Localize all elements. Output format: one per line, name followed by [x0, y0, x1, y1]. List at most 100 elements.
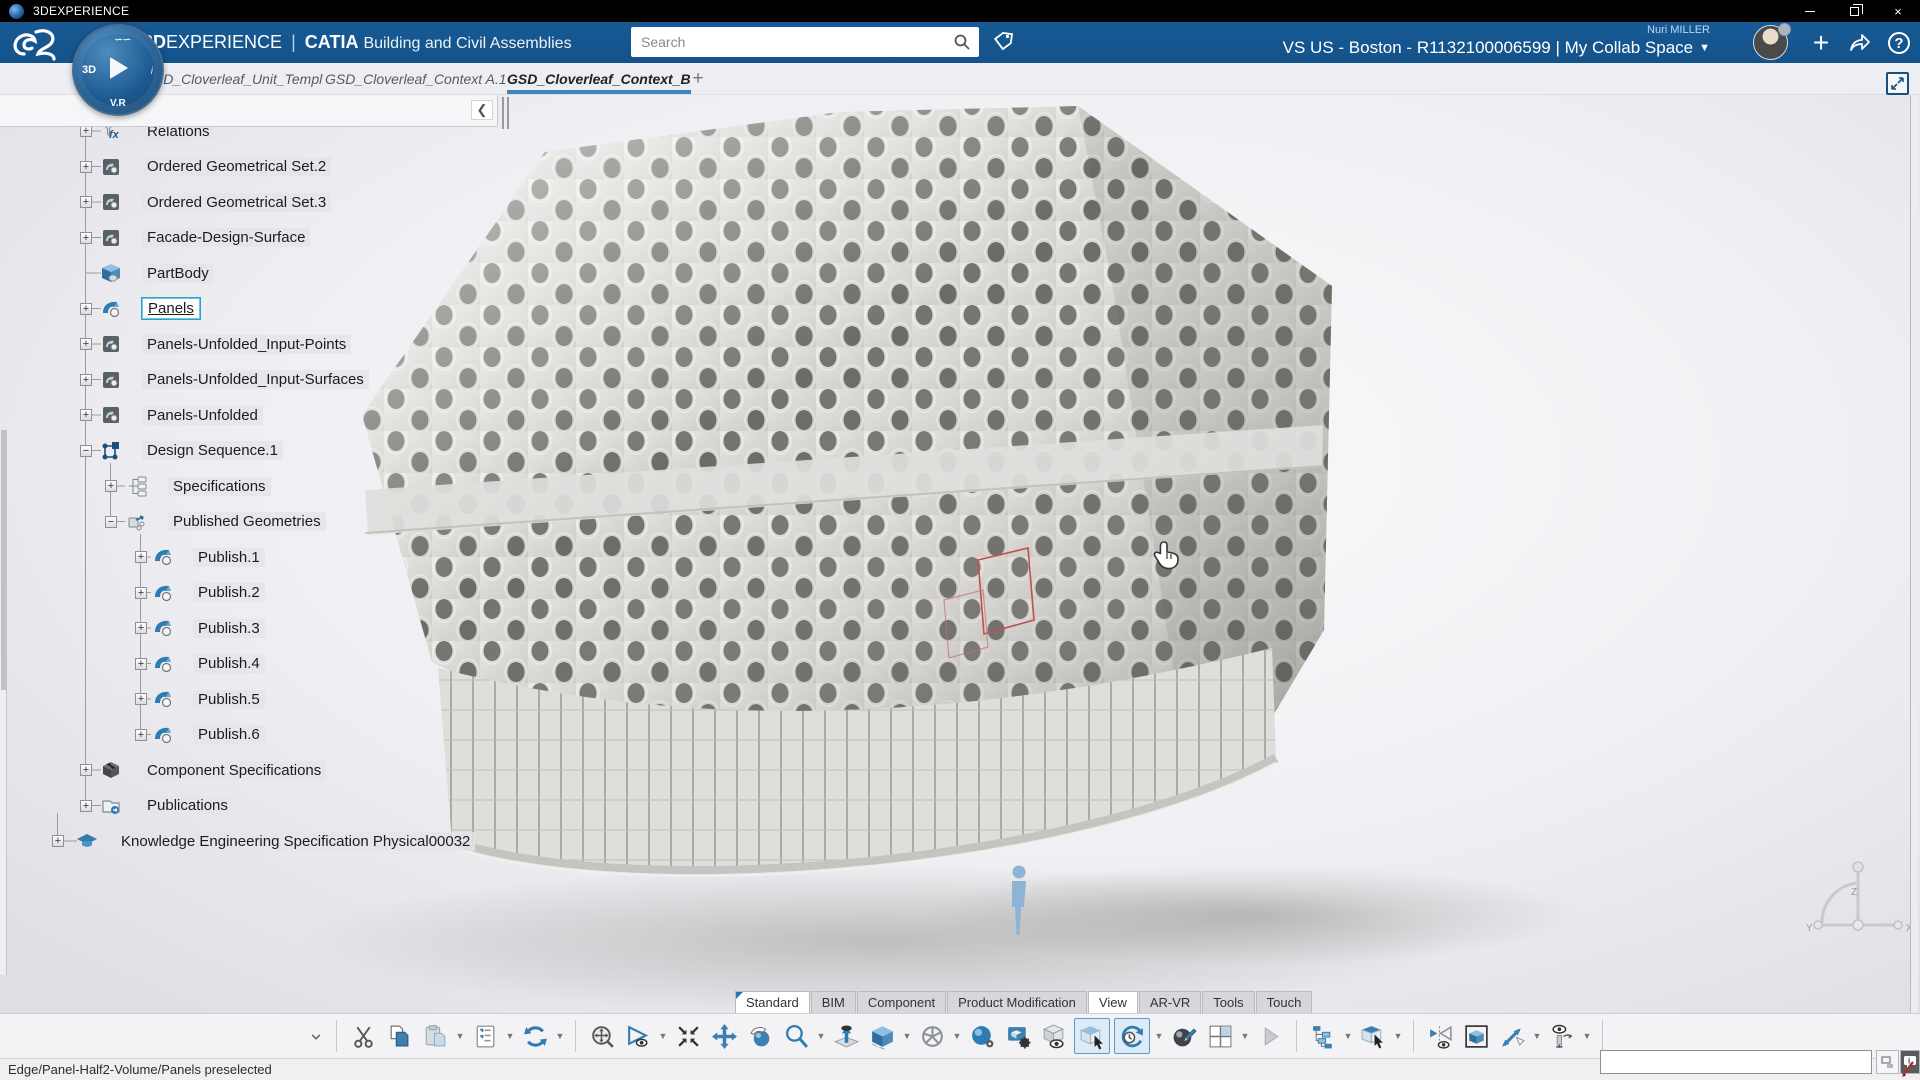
tree-row-selected[interactable]: Panels — [142, 296, 200, 322]
material-icon[interactable] — [1168, 1020, 1200, 1052]
expand-icon[interactable]: + — [80, 409, 92, 421]
ribbon-tab-standard[interactable]: Standard — [735, 991, 810, 1013]
specification-list-icon[interactable] — [469, 1020, 501, 1052]
normal-view-icon[interactable] — [830, 1020, 862, 1052]
multi-view-icon[interactable] — [916, 1020, 948, 1052]
collapse-icon[interactable]: − — [105, 516, 117, 528]
tree-row[interactable]: Publish.1 — [193, 544, 265, 570]
tree-row[interactable]: Design Sequence.1 — [142, 438, 283, 464]
look-at-icon[interactable] — [622, 1020, 654, 1052]
command-input[interactable] — [1600, 1050, 1872, 1074]
expand-icon[interactable]: + — [80, 161, 92, 173]
collapse-viewport-button[interactable] — [1886, 72, 1909, 95]
close-button[interactable]: × — [1876, 0, 1920, 22]
chevron-down-icon[interactable]: ▼ — [1343, 1021, 1353, 1051]
tree-item-label[interactable]: Ordered Geometrical Set.2 — [142, 157, 331, 176]
tree-row[interactable]: Knowledge Engineering Specification Phys… — [116, 828, 475, 854]
expand-icon[interactable]: + — [135, 658, 147, 670]
tree-vertical-scrollbar[interactable] — [0, 430, 7, 975]
zoom-icon[interactable] — [780, 1020, 812, 1052]
tree-row[interactable]: Panels-Unfolded_Input-Points — [142, 331, 351, 357]
ribbon-tab-ar-vr[interactable]: AR-VR — [1139, 991, 1201, 1013]
expand-icon[interactable]: + — [52, 835, 64, 847]
add-tab-button[interactable]: + — [686, 67, 710, 91]
chevron-down-icon[interactable]: ▼ — [505, 1021, 515, 1051]
chevron-down-icon[interactable]: ▼ — [1582, 1021, 1592, 1051]
fit-all-in-icon[interactable] — [586, 1020, 618, 1052]
collapse-icon[interactable]: − — [80, 445, 92, 457]
toolbar-overflow-icon[interactable] — [306, 1020, 326, 1052]
section-box-icon[interactable] — [1460, 1020, 1492, 1052]
tree-row[interactable]: Ordered Geometrical Set.2 — [142, 154, 331, 180]
expand-icon[interactable]: + — [135, 622, 147, 634]
tree-item-label[interactable]: Component Specifications — [142, 761, 326, 780]
structure-tree-icon[interactable] — [1307, 1020, 1339, 1052]
tree-item-label[interactable]: Publish.3 — [193, 619, 265, 638]
cut-icon[interactable] — [347, 1020, 379, 1052]
minimize-button[interactable] — [1788, 0, 1832, 22]
tree-row[interactable]: Publish.4 — [193, 651, 265, 677]
chevron-down-icon[interactable]: ▼ — [902, 1021, 912, 1051]
expand-icon[interactable]: + — [80, 303, 92, 315]
tree-row[interactable]: Specifications — [168, 473, 271, 499]
expand-icon[interactable]: + — [80, 764, 92, 776]
center-view-icon[interactable] — [672, 1020, 704, 1052]
tree-item-label[interactable]: Panels-Unfolded_Input-Points — [142, 335, 351, 354]
mirror-visibility-icon[interactable] — [1424, 1020, 1456, 1052]
tree-row[interactable]: PartBody — [142, 260, 214, 286]
pan-icon[interactable] — [708, 1020, 740, 1052]
tree-row[interactable]: Panels-Unfolded — [142, 402, 263, 428]
rotate-icon[interactable] — [744, 1020, 776, 1052]
tree-item-label[interactable]: Design Sequence.1 — [142, 441, 283, 460]
ribbon-tab-tools[interactable]: Tools — [1202, 991, 1254, 1013]
expand-icon[interactable]: + — [135, 551, 147, 563]
quad-view-icon[interactable] — [1204, 1020, 1236, 1052]
chevron-down-icon[interactable]: ▼ — [1532, 1021, 1542, 1051]
tree-item-label[interactable]: Publish.2 — [193, 583, 265, 602]
chevron-down-icon[interactable]: ▼ — [555, 1021, 565, 1051]
window-mode-button[interactable] — [1876, 1050, 1899, 1074]
ribbon-tab-product-modification[interactable]: Product Modification — [947, 991, 1087, 1013]
tree-item-label[interactable]: Publish.1 — [193, 548, 265, 567]
paste-icon[interactable] — [419, 1020, 451, 1052]
panel-splitter[interactable] — [507, 97, 509, 129]
help-button[interactable]: ? — [1884, 28, 1914, 58]
avatar[interactable] — [1753, 25, 1788, 60]
copy-icon[interactable] — [383, 1020, 415, 1052]
expand-icon[interactable]: + — [105, 480, 117, 492]
tree-row[interactable]: Panels-Unfolded_Input-Surfaces — [142, 367, 369, 393]
tree-item-label[interactable]: Publish.5 — [193, 690, 265, 709]
chevron-down-icon[interactable]: ▼ — [658, 1021, 668, 1051]
tree-row[interactable]: Component Specifications — [142, 757, 326, 783]
tag-icon[interactable] — [989, 29, 1017, 55]
search-input[interactable] — [631, 34, 945, 50]
chevron-down-icon[interactable]: ▼ — [1154, 1021, 1164, 1051]
tab-gsd-cloverleaf-context-a1[interactable]: GSD_Cloverleaf_Context A.1 — [325, 63, 507, 95]
tree-row[interactable]: Publish.6 — [193, 722, 265, 748]
tree-row[interactable]: Publish.2 — [193, 580, 265, 606]
ribbon-tab-view[interactable]: View — [1088, 991, 1138, 1013]
expand-icon[interactable]: + — [80, 232, 92, 244]
measure-icon[interactable] — [1496, 1020, 1528, 1052]
chevron-down-icon[interactable]: ▼ — [455, 1021, 465, 1051]
expand-icon[interactable]: + — [135, 693, 147, 705]
search-icon[interactable] — [945, 27, 979, 57]
tree-item-label[interactable]: Panels-Unfolded_Input-Surfaces — [142, 370, 369, 389]
add-content-button[interactable]: + — [1806, 28, 1836, 58]
tree-item-label[interactable]: Facade-Design-Surface — [142, 228, 310, 247]
tree-row[interactable]: Publications — [142, 793, 233, 819]
shading-style-icon[interactable] — [966, 1020, 998, 1052]
tab-gsd-cloverleaf-context-b[interactable]: GSD_Cloverleaf_Context_B — [507, 63, 691, 95]
tree-item-label[interactable]: PartBody — [142, 264, 214, 283]
tab-gsd-cloverleaf-unit-template[interactable]: GSD_Cloverleaf_Unit_Templ — [143, 63, 322, 95]
tree-item-label[interactable]: Publish.4 — [193, 654, 265, 673]
tree-item-label[interactable]: Knowledge Engineering Specification Phys… — [116, 832, 475, 851]
select-box-icon[interactable] — [1357, 1020, 1389, 1052]
tree-row[interactable]: Publish.3 — [193, 615, 265, 641]
chevron-down-icon[interactable]: ▼ — [816, 1021, 826, 1051]
chevron-down-icon[interactable]: ▼ — [1393, 1021, 1403, 1051]
share-button[interactable] — [1844, 28, 1874, 58]
restore-button[interactable] — [1832, 0, 1876, 22]
tree-item-label[interactable]: Publish.6 — [193, 725, 265, 744]
update-icon[interactable] — [519, 1020, 551, 1052]
